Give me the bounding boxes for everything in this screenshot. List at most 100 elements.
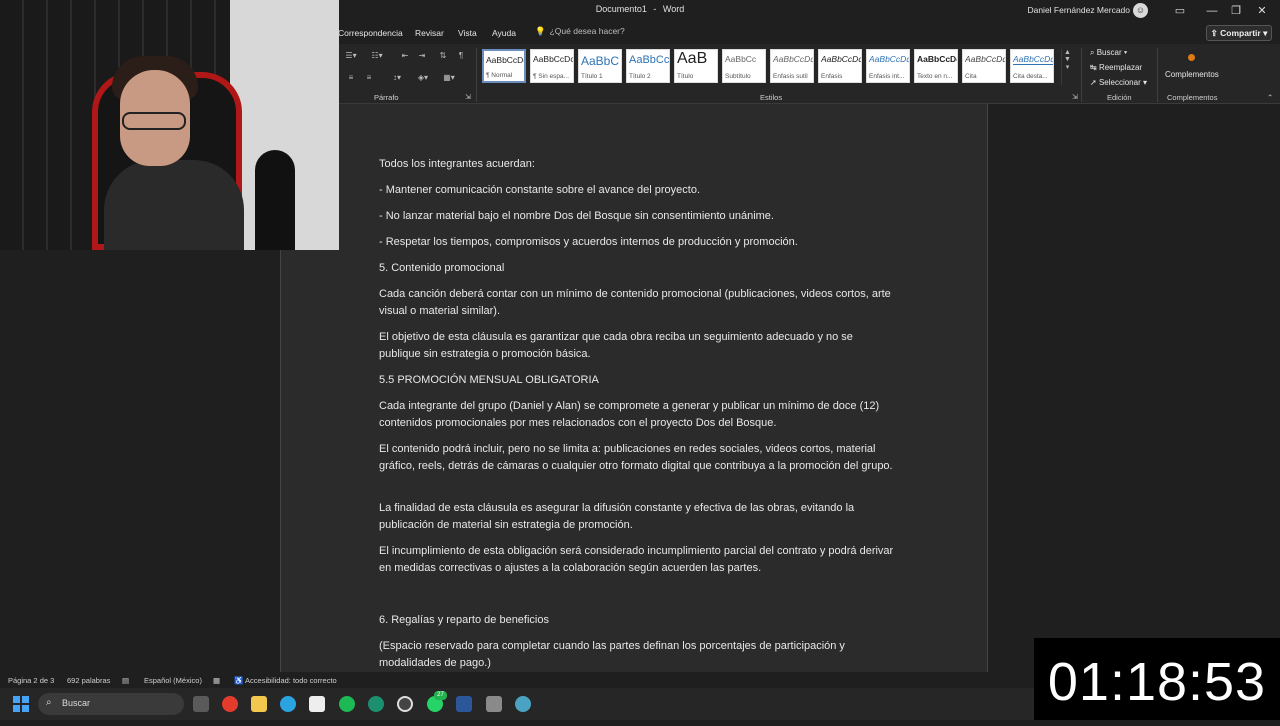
- tab-vista[interactable]: Vista: [458, 28, 477, 38]
- style-name: Subtítulo: [725, 73, 751, 80]
- paragraph[interactable]: - Mantener comunicación constante sobre …: [379, 182, 894, 199]
- proofing-icon[interactable]: ▤: [122, 676, 129, 685]
- user-name[interactable]: Daniel Fernández Mercado: [1027, 5, 1130, 15]
- paragraph[interactable]: - Respetar los tiempos, compromisos y ac…: [379, 234, 894, 251]
- addins-button[interactable]: Complementos: [1165, 70, 1219, 79]
- capcut-icon[interactable]: [309, 696, 325, 712]
- align-center-icon[interactable]: ≡: [360, 72, 378, 84]
- search-icon: ⌕: [46, 697, 52, 708]
- style-name: Énfasis int...: [869, 73, 905, 80]
- style-sample: AaBbCcDc: [869, 54, 909, 64]
- webcam-person-body: [104, 160, 244, 250]
- style-intense-quote[interactable]: AaBbCcDc Cita desta...: [1010, 49, 1054, 83]
- chrome-icon[interactable]: [222, 696, 238, 712]
- style-sample: AaB: [677, 50, 708, 67]
- style-quote[interactable]: AaBbCcDc Cita: [962, 49, 1006, 83]
- paragraph[interactable]: El incumplimiento de esta obligación ser…: [379, 543, 894, 577]
- borders-icon[interactable]: ▦▾: [440, 72, 458, 84]
- language[interactable]: Español (México): [144, 676, 202, 685]
- task-view-icon[interactable]: [193, 696, 209, 712]
- style-strong[interactable]: AaBbCcDc Texto en n...: [914, 49, 958, 83]
- minimize-button[interactable]: —: [1202, 2, 1222, 20]
- telegram-icon[interactable]: [280, 696, 296, 712]
- close-button[interactable]: ✕: [1252, 2, 1272, 20]
- section-heading[interactable]: 5.5 PROMOCIÓN MENSUAL OBLIGATORIA: [379, 372, 894, 389]
- style-name: Cita: [965, 73, 977, 80]
- sort-icon[interactable]: ⇅: [434, 50, 452, 62]
- shading-icon[interactable]: ◈▾: [414, 72, 432, 84]
- style-sample: AaBbCcDc: [1013, 54, 1053, 65]
- style-title[interactable]: AaB Título: [674, 49, 718, 83]
- style-heading-1[interactable]: AaBbC Título 1: [578, 49, 622, 83]
- style-normal[interactable]: AaBbCcDc ¶ Normal: [482, 49, 526, 83]
- decrease-indent-icon[interactable]: ⇤: [396, 50, 414, 62]
- styles-more-icon[interactable]: ▲ ▼ ▾: [1061, 49, 1073, 85]
- select-button[interactable]: ➚ Seleccionar ▾: [1090, 78, 1147, 87]
- word-count[interactable]: 692 palabras: [67, 676, 110, 685]
- style-heading-2[interactable]: AaBbCc Título 2: [626, 49, 670, 83]
- pilcrow-icon[interactable]: ¶: [452, 50, 470, 62]
- section-heading[interactable]: 6. Regalías y reparto de beneficios: [379, 612, 894, 629]
- addins-icon[interactable]: [1188, 54, 1195, 61]
- obs-icon[interactable]: [397, 696, 413, 712]
- style-name: Título: [677, 73, 694, 80]
- search-icon: ⌕: [1090, 48, 1095, 57]
- increase-indent-icon[interactable]: ⇥: [413, 50, 431, 62]
- paragraph[interactable]: (Espacio reservado para completar cuando…: [379, 638, 894, 672]
- word-icon[interactable]: [456, 696, 472, 712]
- tell-me-label: ¿Qué desea hacer?: [549, 26, 625, 36]
- file-explorer-icon[interactable]: [251, 696, 267, 712]
- style-sample: AaBbCc: [629, 54, 669, 66]
- edge-icon[interactable]: [368, 696, 384, 712]
- windows-start-icon[interactable]: [13, 696, 29, 712]
- spotify-icon[interactable]: [339, 696, 355, 712]
- paragraph[interactable]: - No lanzar material bajo el nombre Dos …: [379, 208, 894, 225]
- paragraph[interactable]: Todos los integrantes acuerdan:: [379, 156, 894, 173]
- network-icon[interactable]: [515, 696, 531, 712]
- share-button[interactable]: ⇪ Compartir ▾: [1206, 25, 1272, 41]
- accessibility-status[interactable]: ♿ Accesibilidad: todo correcto: [234, 676, 337, 685]
- accessibility-label: Accesibilidad: todo correcto: [245, 676, 337, 685]
- tab-correspondencia[interactable]: Correspondencia: [338, 28, 403, 38]
- find-button[interactable]: ⌕ Buscar ▾: [1090, 48, 1127, 58]
- numbering-icon[interactable]: ☷▾: [368, 50, 386, 62]
- style-sample: AaBbCcDc: [965, 54, 1005, 64]
- replace-button[interactable]: ↹ Reemplazar: [1090, 63, 1142, 72]
- taskbar-search-label: Buscar: [62, 698, 91, 708]
- webcam-overlay: [0, 0, 339, 250]
- paragraph-launcher-icon[interactable]: ⇲: [465, 93, 471, 101]
- tab-ayuda[interactable]: Ayuda: [492, 28, 516, 38]
- track-changes-icon[interactable]: ▦: [213, 676, 220, 685]
- align-left-icon[interactable]: ≡: [342, 72, 360, 84]
- calculator-icon[interactable]: [486, 696, 502, 712]
- avatar[interactable]: ☺: [1133, 3, 1148, 18]
- style-name: Énfasis sutil: [773, 73, 808, 80]
- find-label: Buscar: [1096, 48, 1122, 57]
- line-spacing-icon[interactable]: ↕▾: [388, 72, 406, 84]
- tab-revisar[interactable]: Revisar: [415, 28, 444, 38]
- style-emphasis[interactable]: AaBbCcDc Énfasis: [818, 49, 862, 83]
- page-count[interactable]: Página 2 de 3: [8, 676, 54, 685]
- style-intense-emphasis[interactable]: AaBbCcDc Énfasis int...: [866, 49, 910, 83]
- taskbar-search[interactable]: ⌕ Buscar: [38, 693, 184, 715]
- paragraph[interactable]: El contenido podrá incluir, pero no se l…: [379, 441, 894, 475]
- style-name: Título 1: [581, 73, 603, 80]
- style-sample: AaBbCcDc: [533, 54, 573, 64]
- paragraph[interactable]: El objetivo de esta cláusula es garantiz…: [379, 329, 894, 363]
- section-heading[interactable]: 5. Contenido promocional: [379, 260, 894, 277]
- paragraph[interactable]: Cada canción deberá contar con un mínimo…: [379, 286, 894, 320]
- paragraph[interactable]: La finalidad de esta cláusula es asegura…: [379, 500, 894, 534]
- ribbon-display-options-icon[interactable]: ▭: [1170, 2, 1190, 20]
- share-icon: ⇪: [1210, 28, 1218, 38]
- document-page[interactable]: Todos los integrantes acuerdan: - Manten…: [280, 104, 988, 672]
- bullets-icon[interactable]: ☰▾: [342, 50, 360, 62]
- style-subtitle[interactable]: AaBbCc Subtítulo: [722, 49, 766, 83]
- restore-button[interactable]: ❐: [1226, 2, 1246, 20]
- styles-launcher-icon[interactable]: ⇲: [1072, 93, 1078, 101]
- collapse-ribbon-icon[interactable]: ⌃: [1267, 93, 1273, 102]
- style-subtle-emphasis[interactable]: AaBbCcDc Énfasis sutil: [770, 49, 814, 83]
- style-no-spacing[interactable]: AaBbCcDc ¶ Sin espa...: [530, 49, 574, 83]
- paragraph[interactable]: Cada integrante del grupo (Daniel y Alan…: [379, 398, 894, 432]
- styles-gallery: AaBbCcDc ¶ Normal AaBbCcDc ¶ Sin espa...…: [482, 49, 1058, 85]
- tell-me-search[interactable]: 💡 ¿Qué desea hacer?: [535, 26, 625, 37]
